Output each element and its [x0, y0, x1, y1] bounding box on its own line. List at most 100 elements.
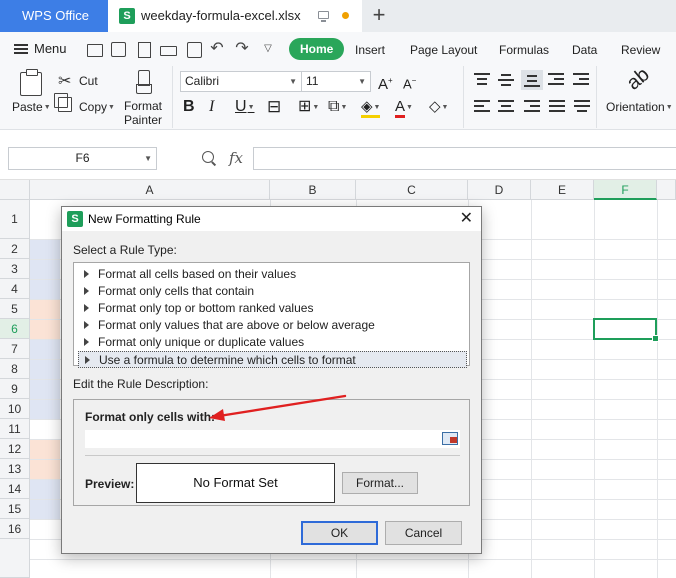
row-header-3[interactable]: 3 [0, 259, 30, 279]
customize-toolbar-icon[interactable]: ▽ [260, 41, 276, 57]
save-icon[interactable] [110, 41, 126, 57]
justify-icon[interactable] [549, 100, 565, 114]
row-header-8[interactable]: 8 [0, 359, 30, 379]
row-header-1[interactable]: 1 [0, 200, 30, 239]
ribbon-tab-review[interactable]: Review [621, 40, 660, 60]
font-size-dropdown[interactable]: 11 ▼ [301, 71, 371, 92]
row-header-5[interactable]: 5 [0, 299, 30, 319]
rule-type-item[interactable]: Format only values that are above or bel… [78, 317, 467, 333]
select-rule-type-label: Select a Rule Type: [73, 243, 177, 257]
rule-type-item-selected[interactable]: Use a formula to determine which cells t… [78, 351, 467, 368]
font-color-icon[interactable]: A▼ [395, 98, 413, 118]
decrease-indent-icon[interactable] [548, 73, 564, 87]
increase-indent-icon[interactable] [573, 73, 589, 87]
monitor-icon[interactable] [318, 11, 329, 22]
export-pdf-icon[interactable] [136, 41, 152, 58]
cell-style-icon[interactable]: ⧉▼ [328, 98, 347, 116]
decrease-font-icon[interactable]: A− [403, 72, 416, 91]
row-header-16[interactable]: 16 [0, 519, 30, 539]
cancel-button[interactable]: Cancel [385, 521, 462, 545]
name-box[interactable]: F6 ▼ [8, 147, 157, 170]
column-header-a[interactable]: A [30, 180, 270, 200]
fill-color-icon[interactable]: ◈▼ [361, 98, 381, 118]
increase-font-icon[interactable]: A+ [378, 72, 393, 93]
align-top-icon[interactable] [474, 73, 490, 87]
rule-type-item[interactable]: Format only top or bottom ranked values [78, 300, 467, 316]
ribbon-tab-data[interactable]: Data [572, 40, 597, 60]
align-left-icon[interactable] [474, 100, 490, 114]
formula-input-field[interactable] [85, 430, 460, 448]
borders-icon[interactable]: ⊞▼ [298, 98, 319, 116]
distributed-icon[interactable] [574, 100, 590, 114]
rule-type-item[interactable]: Format all cells based on their values [78, 266, 467, 282]
new-tab-button[interactable]: + [368, 3, 390, 27]
underline-button[interactable]: U▼ [235, 98, 255, 116]
format-button[interactable]: Format... [342, 472, 418, 494]
ok-button[interactable]: OK [301, 521, 378, 545]
row-header-13[interactable]: 13 [0, 459, 30, 479]
column-header-e[interactable]: E [531, 180, 594, 200]
tab-wps-office[interactable]: WPS Office [0, 0, 108, 32]
row-header-6[interactable]: 6 [0, 319, 30, 339]
column-header-g[interactable] [657, 180, 676, 200]
column-header-f[interactable]: F [594, 180, 657, 200]
row-header-10[interactable]: 10 [0, 399, 30, 419]
column-header-b[interactable]: B [270, 180, 356, 200]
cut-button[interactable]: Cut [79, 74, 98, 88]
scissors-icon[interactable]: ✂ [58, 71, 71, 91]
copy-button[interactable]: Copy▼ [79, 100, 115, 115]
rule-type-label: Format all cells based on their values [98, 267, 297, 281]
range-selector-icon[interactable] [442, 432, 458, 445]
triangle-right-icon [84, 321, 89, 329]
align-center-icon[interactable] [498, 100, 514, 114]
column-header-d[interactable]: D [468, 180, 531, 200]
row-header-7[interactable]: 7 [0, 339, 30, 359]
ribbon-tab-insert[interactable]: Insert [355, 40, 385, 60]
copy-icon[interactable] [54, 93, 72, 112]
ribbon-tab-formulas[interactable]: Formulas [499, 40, 549, 60]
align-middle-icon[interactable] [498, 73, 514, 87]
format-painter-icon[interactable] [136, 70, 152, 94]
formula-input[interactable] [253, 147, 676, 170]
paste-icon[interactable] [20, 69, 42, 96]
orientation-button[interactable]: Orientation▼ [606, 100, 673, 115]
row-header-4[interactable]: 4 [0, 279, 30, 299]
orientation-icon[interactable]: ab [623, 63, 654, 94]
print-preview-icon[interactable] [186, 41, 202, 58]
row-header-2[interactable]: 2 [0, 239, 30, 259]
tab-document[interactable]: S weekday-formula-excel.xlsx [108, 0, 362, 32]
italic-button[interactable]: I [209, 98, 214, 116]
rule-type-item[interactable]: Format only cells that contain [78, 283, 467, 299]
close-icon[interactable]: ✕ [460, 207, 473, 231]
align-right-icon[interactable] [524, 100, 540, 114]
zoom-search-icon[interactable] [202, 151, 214, 163]
dialog-title-bar[interactable]: S New Formatting Rule ✕ [62, 207, 481, 231]
font-name-dropdown[interactable]: Calibri ▼ [180, 71, 302, 92]
bold-button[interactable]: B [183, 98, 195, 116]
paste-button[interactable]: Paste▼ [12, 100, 51, 115]
select-all-corner[interactable] [0, 180, 30, 200]
row-header-12[interactable]: 12 [0, 439, 30, 459]
undo-icon[interactable]: ↶ [209, 41, 225, 57]
column-header-c[interactable]: C [356, 180, 468, 200]
clear-format-icon[interactable]: ◇▼ [429, 98, 448, 116]
row-header-11[interactable]: 11 [0, 419, 30, 439]
redo-icon[interactable]: ↷ [234, 41, 250, 57]
row-header-15[interactable]: 15 [0, 499, 30, 519]
rule-type-item[interactable]: Format only unique or duplicate values [78, 334, 467, 350]
menu-button[interactable]: Menu [14, 40, 67, 58]
open-folder-icon[interactable] [86, 41, 103, 57]
triangle-right-icon [84, 338, 89, 346]
print-icon[interactable] [160, 41, 177, 57]
row-header-14[interactable]: 14 [0, 479, 30, 499]
align-bottom-icon[interactable] [521, 70, 543, 90]
ribbon-tab-page-layout[interactable]: Page Layout [410, 40, 477, 60]
format-painter-button[interactable]: Format Painter [123, 99, 163, 127]
row-header-9[interactable]: 9 [0, 379, 30, 399]
ribbon-tab-home[interactable]: Home [289, 38, 345, 60]
active-cell-f6[interactable] [593, 318, 659, 342]
insert-function-icon[interactable]: fx [229, 149, 243, 167]
row-header-17[interactable] [0, 539, 30, 578]
rule-type-list[interactable]: Format all cells based on their values F… [73, 262, 470, 368]
strikethrough-icon[interactable]: ⊟ [267, 98, 281, 116]
